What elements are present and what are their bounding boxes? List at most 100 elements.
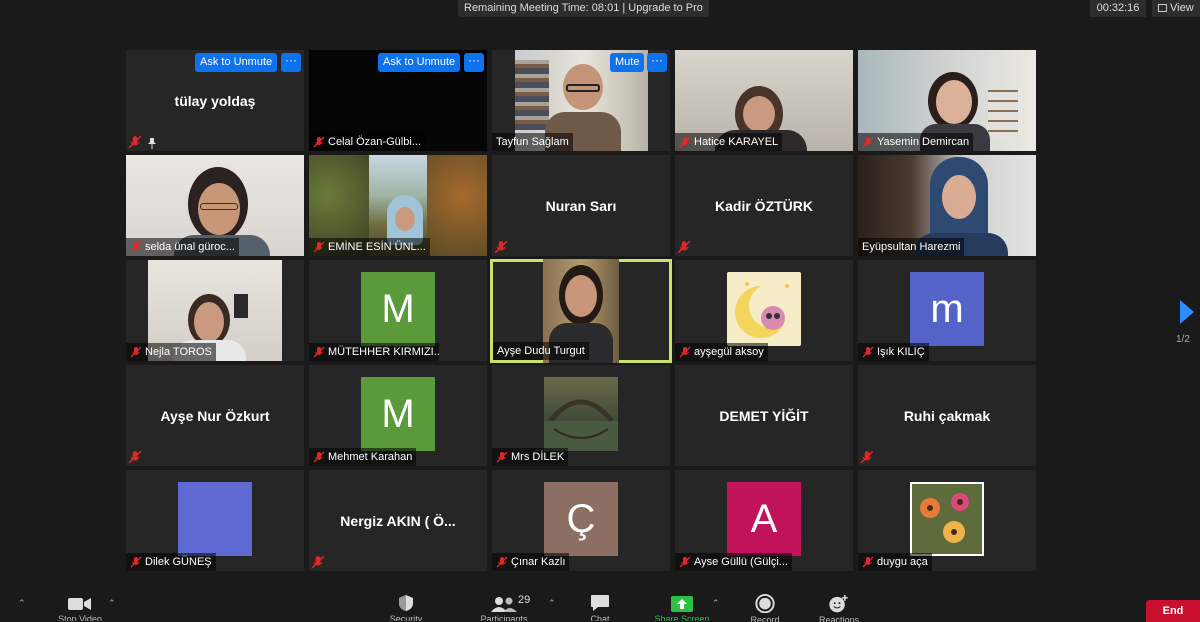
participant-tile[interactable]: DEMET YİĞİT <box>675 365 853 466</box>
participant-name-label: Yasemin Demircan <box>858 133 974 151</box>
participant-tile[interactable]: Eyüpsultan Harezmi <box>858 155 1036 256</box>
participant-name-label: Eyüpsultan Harezmi <box>858 238 965 256</box>
participant-tile[interactable]: m Işık KILIÇ <box>858 260 1036 361</box>
reactions-button[interactable]: Reactions <box>814 590 864 622</box>
participant-tile[interactable]: ayşegül aksoy <box>675 260 853 361</box>
participant-name-center: Nuran Sarı <box>545 197 617 214</box>
participant-name-label: Ayşe Dudu Turgut <box>493 342 589 360</box>
participant-tile[interactable]: tülay yoldaş Ask to Unmute ··· <box>126 50 304 151</box>
meeting-timer: 00:32:16 <box>1090 0 1146 17</box>
muted-mic-icon <box>494 240 508 254</box>
audio-options-caret-icon[interactable]: ⌃ <box>18 598 26 609</box>
participants-count: 29 <box>518 594 531 606</box>
muted-mic-icon <box>130 346 142 358</box>
participant-tile[interactable]: EMİNE ESİN ÜNL... <box>309 155 487 256</box>
muted-mic-icon <box>496 556 508 568</box>
participant-name-label: Mehmet Karahan <box>309 448 417 466</box>
participants-icon <box>491 597 517 612</box>
participant-tile[interactable]: selda ünal güroc... <box>126 155 304 256</box>
participant-name-label: Celal Özan-Gülbi... <box>309 133 425 151</box>
ask-to-unmute-button[interactable]: Ask to Unmute <box>195 53 278 72</box>
participant-name-center: DEMET YİĞİT <box>719 407 809 424</box>
muted-mic-icon <box>311 555 325 569</box>
participant-name-label: MÜTEHHER KIRMIZI... <box>309 343 439 361</box>
muted-mic-icon <box>862 136 874 148</box>
meeting-time-banner[interactable]: Remaining Meeting Time: 08:01 | Upgrade … <box>458 0 709 17</box>
participant-avatar: Ç <box>544 482 618 556</box>
participant-name-label: Çınar Kazlı <box>492 553 570 571</box>
muted-mic-icon <box>860 450 874 464</box>
record-button[interactable]: Record <box>744 590 786 622</box>
participant-name-center: Kadir ÖZTÜRK <box>715 197 813 214</box>
participant-tile[interactable]: Dilek GÜNEŞ <box>126 470 304 571</box>
participant-tile[interactable]: Ç Çınar Kazlı <box>492 470 670 571</box>
view-grid-icon <box>1158 4 1167 12</box>
share-screen-button[interactable]: Share Screen <box>648 590 716 622</box>
page-indicator: 1/2 <box>1176 334 1190 345</box>
participants-options-caret-icon[interactable]: ⌃ <box>548 598 556 609</box>
record-icon <box>755 594 775 614</box>
share-options-caret-icon[interactable]: ⌃ <box>712 598 720 609</box>
muted-mic-icon <box>679 346 691 358</box>
end-meeting-button[interactable]: End <box>1146 600 1200 622</box>
participant-tile[interactable]: M MÜTEHHER KIRMIZI... <box>309 260 487 361</box>
muted-mic-icon <box>313 346 325 358</box>
participant-name-label: Hatice KARAYEL <box>675 133 783 151</box>
muted-mic-icon <box>862 556 874 568</box>
chat-button[interactable]: Chat <box>580 590 620 622</box>
share-screen-icon <box>671 596 693 612</box>
muted-mic-icon <box>496 451 508 463</box>
muted-mic-icon <box>130 556 142 568</box>
participant-name-label: Tayfun Sağlam <box>492 133 573 151</box>
participant-name-center: Ayşe Nur Özkurt <box>160 407 270 424</box>
participant-avatar-image <box>544 377 618 451</box>
participant-tile[interactable]: Mute ··· Tayfun Sağlam <box>492 50 670 151</box>
muted-mic-icon <box>128 450 142 464</box>
participant-name-label: ayşegül aksoy <box>675 343 768 361</box>
muted-mic-icon <box>862 346 874 358</box>
participant-tile[interactable]: duygu açа <box>858 470 1036 571</box>
participant-name-label: duygu açа <box>858 553 932 571</box>
muted-mic-icon <box>679 136 691 148</box>
shield-icon <box>399 595 413 611</box>
participant-name-label: Ayse Güllü (Gülçi... <box>675 553 792 571</box>
participant-tile[interactable]: Mrs DİLEK <box>492 365 670 466</box>
participant-tile[interactable]: A Ayse Güllü (Gülçi... <box>675 470 853 571</box>
video-options-caret-icon[interactable]: ⌃ <box>108 598 116 609</box>
video-camera-icon <box>68 598 91 610</box>
participant-name-label: Nejla TOROS <box>126 343 216 361</box>
muted-mic-icon <box>679 556 691 568</box>
participant-tile[interactable]: Kadir ÖZTÜRK <box>675 155 853 256</box>
participant-tile[interactable]: Nergiz AKIN ( Ö... <box>309 470 487 571</box>
participant-tile[interactable]: Ruhi çakmak <box>858 365 1036 466</box>
stop-video-button[interactable]: Stop Video <box>50 590 110 622</box>
participant-tile[interactable]: Ask to Unmute ··· Celal Özan-Gülbi... <box>309 50 487 151</box>
reactions-smiley-icon <box>829 594 848 613</box>
more-options-button[interactable]: ··· <box>647 53 667 72</box>
participant-tile[interactable]: Hatice KARAYEL <box>675 50 853 151</box>
muted-mic-icon <box>313 451 325 463</box>
participant-tile[interactable]: Nejla TOROS <box>126 260 304 361</box>
participant-avatar-image <box>910 482 984 556</box>
participant-tile[interactable]: Nuran Sarı <box>492 155 670 256</box>
participant-name-label: Işık KILIÇ <box>858 343 929 361</box>
participant-tile[interactable]: M Mehmet Karahan <box>309 365 487 466</box>
participant-tile[interactable]: Ayşe Nur Özkurt <box>126 365 304 466</box>
active-speaker-tile[interactable]: Ayşe Dudu Turgut <box>490 259 672 363</box>
participant-tile[interactable]: Yasemin Demircan <box>858 50 1036 151</box>
view-button[interactable]: View <box>1152 0 1200 17</box>
participant-avatar-image <box>727 272 801 346</box>
meeting-toolbar: ⌃ Stop Video ⌃ Security Participants 29 … <box>0 590 1200 622</box>
security-button[interactable]: Security <box>380 590 432 622</box>
more-options-button[interactable]: ··· <box>464 53 484 72</box>
more-options-button[interactable]: ··· <box>281 53 301 72</box>
next-page-arrow-icon[interactable] <box>1176 298 1198 326</box>
muted-mic-icon <box>130 241 142 253</box>
participant-name-label: selda ünal güroc... <box>126 238 239 256</box>
moon-owl-icon <box>735 282 793 338</box>
participant-name-label: Mrs DİLEK <box>492 448 569 466</box>
mute-button[interactable]: Mute <box>610 53 645 72</box>
participant-avatar: M <box>361 377 435 451</box>
ask-to-unmute-button[interactable]: Ask to Unmute <box>378 53 461 72</box>
participant-name-label: EMİNE ESİN ÜNL... <box>309 238 430 256</box>
